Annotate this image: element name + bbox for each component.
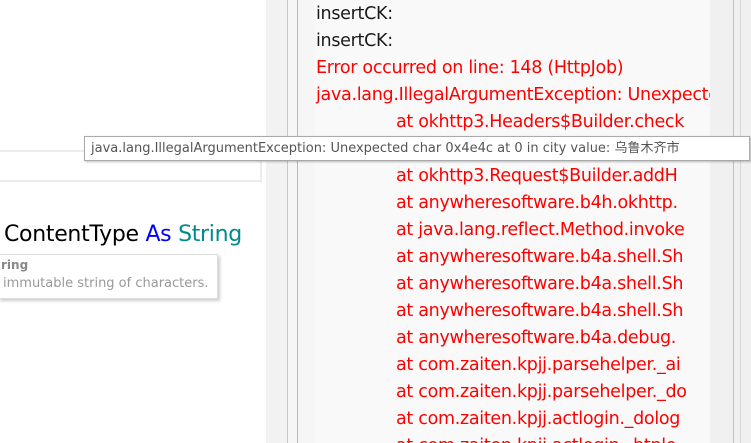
code-editor[interactable]: ContentType As String ring immutable str… xyxy=(0,0,266,443)
log-line: at okhttp3.Request$Builder.addH xyxy=(396,166,678,186)
log-line: at com.zaiten.kpjj.parsehelper._ai xyxy=(396,355,681,375)
log-line: at okhttp3.Headers$Builder.check xyxy=(396,112,685,132)
log-line: at anywheresoftware.b4a.debug. xyxy=(396,328,677,348)
log-line: at java.lang.reflect.Method.invoke xyxy=(396,220,685,240)
tooltip: java.lang.IllegalArgumentException: Unex… xyxy=(84,136,750,161)
log-line: at com.zaiten.kpjj.actlogin._btnlo xyxy=(396,433,677,443)
code-type: String xyxy=(178,222,242,247)
log-line: at com.zaiten.kpjj.parsehelper._do xyxy=(396,382,687,402)
log-scrollbar[interactable] xyxy=(710,0,751,443)
log-line: Error occurred on line: 148 (HttpJob) xyxy=(316,58,624,78)
log-line: at com.zaiten.kpjj.actlogin._dolog xyxy=(396,409,681,429)
intellisense-description: immutable string of characters. xyxy=(3,276,209,291)
code-identifier: ContentType xyxy=(4,222,139,247)
log-panel[interactable]: insertCK: insertCK: Error occurred on line… xyxy=(314,0,710,443)
intellisense-popup: ring immutable string of characters. xyxy=(0,254,218,299)
log-line: at anywheresoftware.b4a.shell.Sh xyxy=(396,301,684,321)
log-line: java.lang.IllegalArgumentException: Unex… xyxy=(316,85,710,105)
panel-splitter[interactable] xyxy=(287,0,314,443)
log-line: at anywheresoftware.b4a.shell.Sh xyxy=(396,247,684,267)
code-line[interactable]: ContentType As String xyxy=(4,222,242,247)
log-line: at anywheresoftware.b4h.okhttp. xyxy=(396,193,678,213)
log-line: insertCK: xyxy=(316,31,393,51)
log-line: at anywheresoftware.b4a.shell.Sh xyxy=(396,274,684,294)
code-keyword: As xyxy=(145,222,172,247)
intellisense-title: ring xyxy=(1,258,29,272)
log-line: insertCK: xyxy=(316,4,393,24)
editor-scrollbar[interactable] xyxy=(266,0,287,443)
